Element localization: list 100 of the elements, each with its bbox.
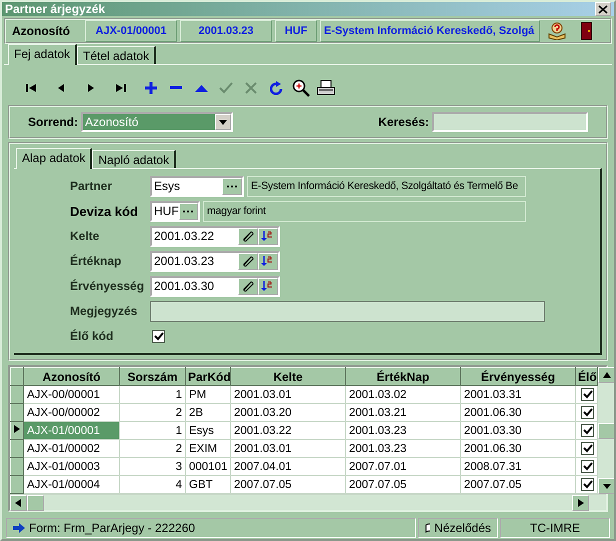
dropdown-button[interactable] [215,114,232,130]
tab[interactable]: Tétel adatok [77,46,156,64]
checkbox[interactable] [581,388,594,401]
remark-field[interactable] [150,300,545,322]
right-arrow-icon [13,523,25,533]
tab[interactable]: Fej adatok [8,44,78,65]
header-label: Azonosító [12,24,71,38]
date-field[interactable]: 2001.03.23 [150,250,280,272]
up-triangle-icon [194,84,208,92]
calendar-button[interactable] [258,278,278,294]
scroll-left-button[interactable] [10,495,27,511]
column-header[interactable]: Érvényesség [460,368,576,386]
table-cell: 2008.07.31 [460,458,576,476]
sort-arrow-icon [261,280,275,292]
table-cell: 2001.03.22 [230,422,346,440]
table-cell: 2001.03.31 [460,386,576,404]
clear-button[interactable] [238,278,258,294]
scroll-thumb[interactable] [598,422,614,438]
checkbox[interactable] [581,424,594,437]
ellipsis-button[interactable] [178,202,198,220]
paperclip-icon [242,255,254,267]
toolbar-button[interactable] [290,77,312,99]
table-cell: 2007.07.05 [230,476,346,494]
scroll-up-button[interactable] [598,367,614,383]
scroll-right-button[interactable] [572,495,589,511]
clear-button[interactable] [238,228,258,244]
column-header[interactable]: Sorszám [120,368,186,386]
checkbox[interactable] [581,460,594,473]
table-cell: 2 [120,404,186,422]
status-text: Nézelődés [434,521,491,535]
table-cell: 2007.07.05 [460,476,576,494]
sort-arrow-icon [261,255,275,267]
table-cell: 4 [120,476,186,494]
x-cross-icon [245,82,257,94]
row-indicator[interactable] [10,422,24,440]
last-record-icon [115,83,127,93]
column-header[interactable]: ParKód [186,368,230,386]
table-cell: AJX-01/00001 [24,422,120,440]
checkbox[interactable] [581,442,594,455]
status-user: TC-IMRE [500,518,610,538]
status-text: Form: Frm_ParArjegy - 222260 [29,521,196,535]
column-header[interactable]: ÉrtékNap [346,368,460,386]
first-record-icon [25,83,37,93]
scroll-thumb[interactable] [27,495,44,511]
column-header[interactable]: Élő [576,368,598,386]
close-button[interactable] [595,2,611,16]
horizontal-scrollbar[interactable] [10,494,606,510]
table-cell: 2001.03.02 [346,386,460,404]
ellipsis-icon [226,184,238,188]
table-cell: AJX-01/00003 [24,458,120,476]
help-book-icon[interactable] [548,22,566,40]
table-cell: 3 [120,458,186,476]
date-field[interactable]: 2001.03.30 [150,276,280,296]
calendar-button[interactable] [258,252,278,270]
table-cell: 2001.06.30 [460,404,576,422]
field-label: Érvényesség [70,279,146,293]
field-label: Kelte [70,229,100,243]
column-header[interactable]: Azonosító [24,368,120,386]
plus-icon [145,82,157,94]
table-cell: 000101 [186,458,230,476]
table-cell: 2001.03.01 [230,440,346,458]
table-cell: 2007.07.01 [346,458,460,476]
checkbox[interactable] [581,478,594,491]
search-field[interactable] [432,112,588,132]
table-cell: AJX-00/00001 [24,386,120,404]
header-field: HUF [275,20,317,42]
next-record-icon [87,83,95,93]
table-cell: 1 [120,422,186,440]
clear-button[interactable] [238,252,258,270]
scroll-down-button[interactable] [598,478,614,494]
checkbox[interactable] [581,406,594,419]
table-cell: 1 [120,386,186,404]
table-cell: Esys [186,422,230,440]
header-field: E-System Információ Kereskedő, Szolgá [320,20,540,42]
printer-icon [317,80,335,96]
sort-arrow-icon [261,230,275,242]
vertical-scrollbar[interactable] [598,367,614,494]
table-cell: 2007.04.01 [230,458,346,476]
paperclip-icon [242,230,254,242]
tab[interactable]: Napló adatok [92,150,176,168]
ellipsis-icon [182,210,194,212]
table-cell: 2001.06.30 [460,440,576,458]
checkbox[interactable] [152,330,165,342]
refresh-icon [270,81,282,95]
table-cell: 2 [120,440,186,458]
ellipsis-button[interactable] [222,178,242,194]
field-label: Partner [70,179,114,193]
date-field[interactable]: 2001.03.22 [150,226,280,246]
description-field: magyar forint [203,200,526,222]
header-field: AJX-01/00001 [85,20,177,42]
paperclip-icon [242,280,254,292]
grid-corner [10,368,24,386]
lookup-field[interactable]: HUF [150,200,200,222]
tab[interactable]: Alap adatok [16,148,92,169]
field-label: Értéknap [70,254,122,268]
lookup-field[interactable]: Esys [150,176,244,196]
minus-icon [170,86,182,90]
table-cell: GBT [186,476,230,494]
calendar-button[interactable] [258,228,278,244]
column-header[interactable]: Kelte [230,368,346,386]
